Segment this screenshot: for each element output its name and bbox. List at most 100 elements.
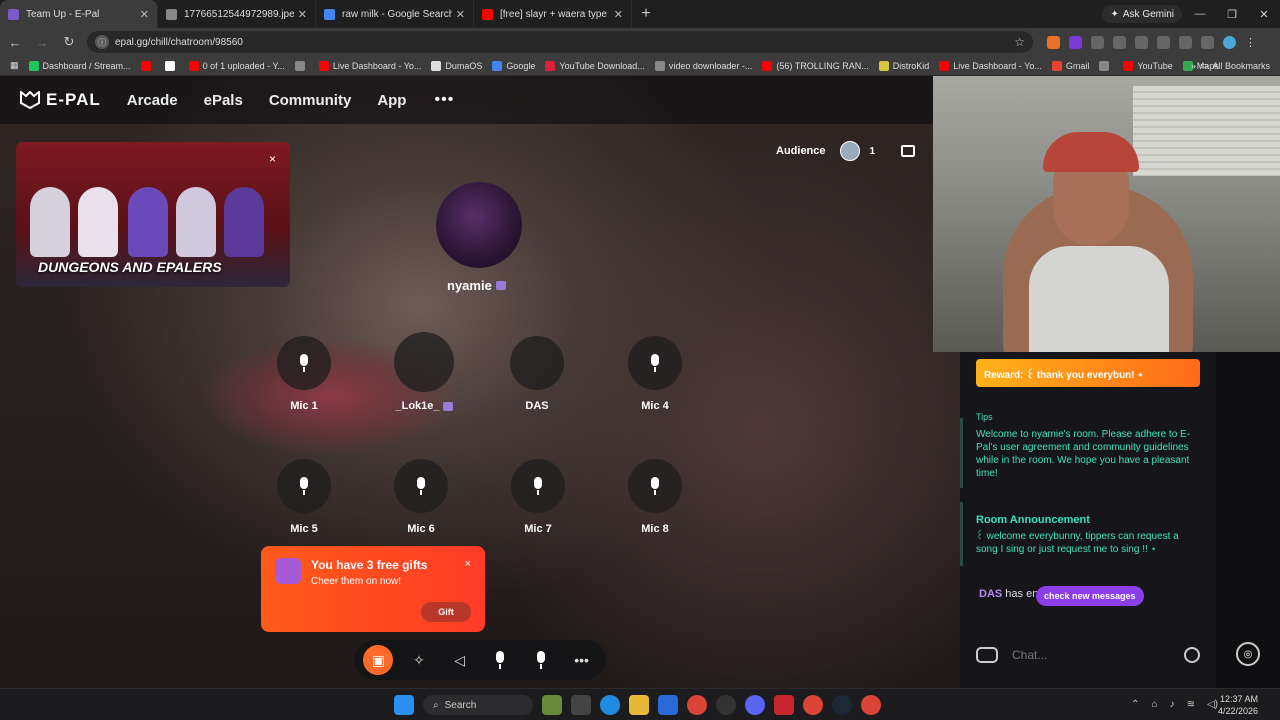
mic-queue-button[interactable] (526, 645, 556, 675)
chrome-icon[interactable] (803, 695, 823, 715)
chat-input[interactable] (1012, 648, 1162, 662)
start-icon[interactable] (394, 695, 414, 715)
gift-icon[interactable]: ▣ (363, 645, 394, 675)
event-banner[interactable]: DUNGEONS AND EPALERS × (16, 142, 290, 287)
chrome-icon[interactable] (687, 695, 707, 715)
mic-seat-6[interactable]: Mic 6 (394, 459, 448, 535)
speaker-icon[interactable]: ◁ (445, 645, 475, 675)
mic-seat-8[interactable]: Mic 8 (628, 459, 682, 535)
banner-close-icon[interactable]: × (269, 152, 276, 166)
bookmark[interactable]: 0 of 1 uploaded - Y... (188, 60, 285, 71)
profile-avatar[interactable] (1223, 35, 1236, 49)
close-window-icon[interactable]: ✕ (1248, 0, 1280, 28)
mic-seat-7[interactable]: Mic 7 (511, 459, 565, 535)
microphone-tray-icon[interactable]: ♪ (1170, 699, 1175, 710)
network-icon[interactable]: ⌂ (1152, 699, 1158, 710)
bookmark[interactable]: Gmail (1051, 60, 1089, 71)
tab-close-icon[interactable]: ✕ (614, 8, 623, 21)
bookmark[interactable]: video downloader -... (654, 60, 752, 71)
url-field[interactable]: ⓘ epal.gg/chill/chatroom/98560 ☆ (87, 31, 1033, 53)
chat-username[interactable]: DAS (979, 588, 1002, 600)
emoji-icon[interactable] (1184, 647, 1200, 663)
minimize-icon[interactable]: — (1184, 0, 1216, 28)
widgets-icon[interactable] (542, 695, 562, 715)
mic-seat-2[interactable]: _Lok1e_ (394, 332, 454, 412)
obs-icon[interactable] (716, 695, 736, 715)
nav-arcade[interactable]: Arcade (127, 92, 178, 109)
puzzle-icon[interactable] (1135, 35, 1148, 49)
mic-seat-4[interactable]: Mic 4 (628, 336, 682, 412)
tab-close-icon[interactable]: ✕ (456, 8, 465, 21)
epal-logo[interactable]: E-PAL (20, 90, 101, 110)
tab-close-icon[interactable]: ✕ (140, 8, 149, 21)
chevron-up-icon[interactable]: ⌃ (1131, 699, 1139, 710)
mic-seat-3[interactable]: DAS (510, 336, 564, 412)
bookmark[interactable] (294, 60, 309, 71)
nav-app[interactable]: App (377, 92, 406, 109)
tab-team-up[interactable]: Team Up - E-Pal ✕ (0, 0, 158, 28)
discord-icon[interactable] (745, 695, 765, 715)
bookmark[interactable]: YouTube Download... (545, 60, 645, 71)
restore-icon[interactable]: ❐ (1216, 0, 1248, 28)
reload-icon[interactable]: ↻ (57, 30, 81, 54)
store-icon[interactable] (901, 145, 916, 157)
reward-banner[interactable]: Reward: ꒰ thank you everybun! ⋆ (976, 359, 1200, 387)
bookmark[interactable] (164, 60, 179, 71)
tab-youtube[interactable]: [free] slayr + waera type beat - ✕ (474, 0, 632, 28)
host-avatar[interactable] (436, 182, 522, 268)
bookmark[interactable]: YouTube (1123, 60, 1173, 71)
task-view-icon[interactable] (571, 695, 591, 715)
adobe-icon[interactable] (774, 695, 794, 715)
bookmark[interactable]: DumaOS (431, 60, 482, 71)
microphone-button[interactable] (485, 645, 515, 675)
gift-popup-close-icon[interactable]: × (465, 558, 471, 570)
download-icon[interactable] (1179, 35, 1192, 49)
magic-wand-icon[interactable]: ✧ (404, 645, 434, 675)
extension-icon[interactable] (1113, 35, 1126, 49)
bookmark[interactable]: Live Dashboard - Yo... (318, 60, 421, 71)
audience[interactable]: Audience 1 (776, 141, 916, 161)
menu-kebab-icon[interactable]: ⋮ (1245, 36, 1258, 49)
apps-grid-icon[interactable]: ▦ (10, 60, 19, 71)
bookmark[interactable]: Google (492, 60, 535, 71)
bookmark[interactable] (140, 60, 155, 71)
more-icon[interactable]: ••• (567, 645, 597, 675)
mic-seat-5[interactable]: Mic 5 (277, 459, 331, 535)
taskbar-search[interactable]: ⌕ Search (423, 695, 533, 715)
clock[interactable]: 12:37 AM 4/22/2026 (1218, 693, 1258, 717)
nav-community[interactable]: Community (269, 92, 352, 109)
gamepad-icon[interactable] (976, 647, 998, 663)
site-info-icon[interactable]: ⓘ (95, 35, 109, 49)
bookmark[interactable]: (56) TROLLING RAN... (762, 60, 869, 71)
bookmark[interactable]: DistroKid (878, 60, 929, 71)
bookmark[interactable]: Live Dashboard - Yo... (939, 60, 1042, 71)
steam-icon[interactable] (832, 695, 852, 715)
forward-icon[interactable]: → (30, 30, 54, 54)
extension-icon[interactable] (1047, 35, 1060, 49)
tab-close-icon[interactable]: ✕ (298, 8, 307, 21)
new-tab-button[interactable]: + (632, 0, 660, 28)
file-explorer-icon[interactable] (629, 695, 649, 715)
chrome-icon[interactable] (861, 695, 881, 715)
extension-icon[interactable] (1091, 35, 1104, 49)
wifi-icon[interactable]: ≋ (1187, 699, 1195, 710)
bookmark[interactable]: Dashboard / Stream... (28, 60, 131, 71)
nav-more-icon[interactable]: ••• (434, 91, 454, 109)
extension-icon[interactable] (1069, 35, 1082, 49)
gift-button[interactable]: Gift (421, 602, 471, 622)
tab-google-search[interactable]: raw milk - Google Search ✕ (316, 0, 474, 28)
sidebar-icon[interactable] (1157, 35, 1170, 49)
edge-icon[interactable] (600, 695, 620, 715)
nav-epals[interactable]: ePals (204, 92, 243, 109)
all-bookmarks[interactable]: » ▭ All Bookmarks (1191, 60, 1270, 71)
back-icon[interactable]: ← (3, 30, 27, 54)
store-icon[interactable] (658, 695, 678, 715)
ask-gemini-button[interactable]: ✦ Ask Gemini (1102, 5, 1182, 23)
floating-action-icon[interactable]: ◎ (1236, 642, 1260, 666)
volume-icon[interactable]: ◁) (1207, 699, 1218, 710)
mic-seat-1[interactable]: Mic 1 (277, 336, 331, 412)
bookmark[interactable] (1099, 60, 1113, 71)
tab-search-icon[interactable] (1201, 35, 1214, 49)
bookmark-star-icon[interactable]: ☆ (1014, 35, 1025, 49)
chat-messages[interactable]: Reward: ꒰ thank you everybun! ⋆ Tips Wel… (960, 352, 1216, 688)
